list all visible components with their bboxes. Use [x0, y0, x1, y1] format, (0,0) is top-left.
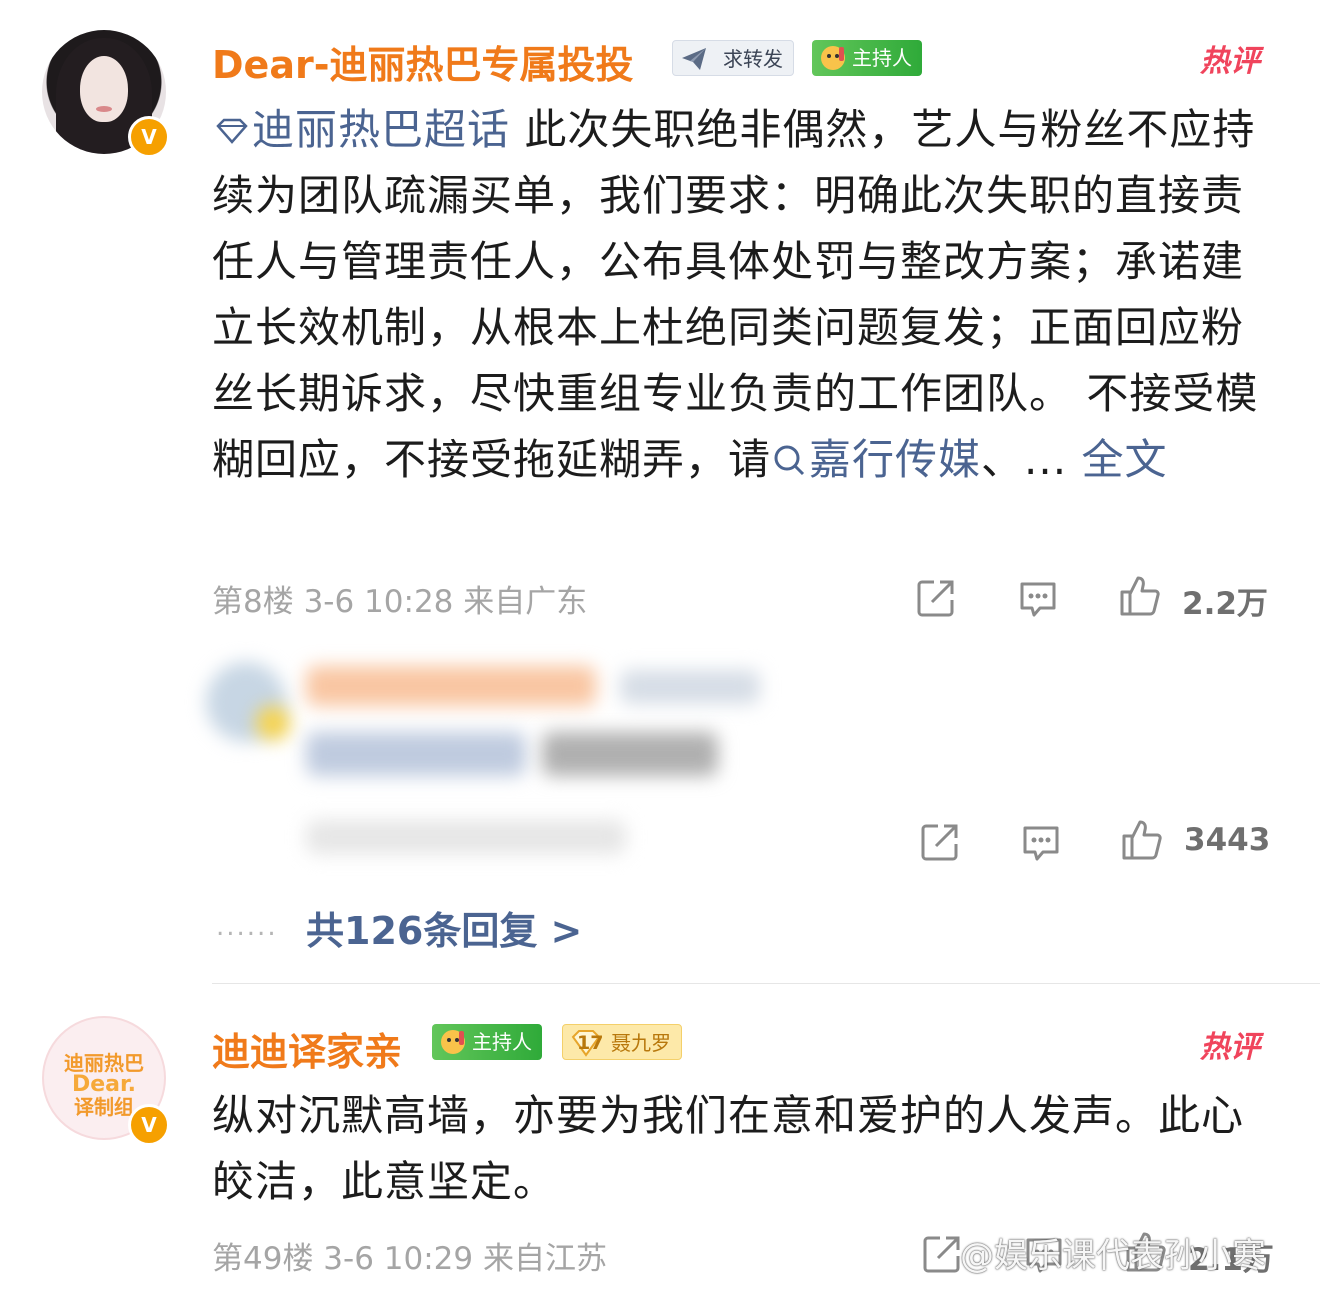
- tag-label: 聂九罗: [611, 1031, 671, 1055]
- reply-link-blurred: [306, 732, 526, 776]
- reply-like-count: 3443: [1184, 822, 1271, 858]
- like-count: 2.2万: [1182, 586, 1268, 622]
- share-icon[interactable]: [918, 820, 962, 864]
- reply-meta-blurred: [306, 820, 626, 854]
- reply-verified-blurred: [256, 706, 290, 740]
- tag-label: 主持人: [472, 1030, 532, 1054]
- hot-comment-badge: 热评: [1200, 1030, 1260, 1065]
- comment-divider: [212, 983, 1320, 984]
- mention-link[interactable]: 嘉行传媒: [771, 435, 981, 484]
- topic-link[interactable]: 迪丽热巴超话: [212, 105, 510, 154]
- search-icon: [774, 445, 805, 476]
- forward-request-tag[interactable]: 求转发: [672, 40, 794, 76]
- verified-v-icon: V: [128, 116, 170, 158]
- like-icon[interactable]: [1120, 818, 1164, 862]
- diamond-icon: [216, 118, 248, 144]
- comment-icon[interactable]: [1016, 576, 1060, 620]
- share-icon[interactable]: [914, 576, 958, 620]
- host-tag: 主持人: [432, 1024, 542, 1060]
- full-text-link[interactable]: 全文: [1081, 435, 1167, 484]
- username[interactable]: 迪迪译家亲: [212, 1021, 402, 1076]
- host-tag: 主持人: [812, 40, 922, 76]
- paper-plane-icon: [682, 48, 706, 70]
- share-icon[interactable]: [920, 1232, 964, 1276]
- tag-label: 主持人: [852, 46, 912, 70]
- host-mascot-icon: [821, 46, 845, 70]
- like-icon[interactable]: [1118, 574, 1162, 618]
- comment-text: 迪丽热巴超话 此次失职绝非偶然，艺人与粉丝不应持续为团队疏漏买单，我们要求：明确…: [212, 105, 1259, 484]
- reply-text-blurred: [542, 732, 718, 776]
- hot-comment-badge: 热评: [1200, 44, 1260, 79]
- comment-meta: 第8楼 3-6 10:28 来自广东: [212, 584, 588, 620]
- view-all-replies-link[interactable]: 共126条回复 >: [306, 900, 582, 955]
- reply-username-blurred: [306, 666, 596, 706]
- host-mascot-icon: [441, 1030, 465, 1054]
- reply-tag-blurred: [620, 670, 760, 704]
- fan-level-tag: 17 聂九罗: [562, 1024, 682, 1060]
- watermark: @娱乐课代表孙小寒: [960, 1236, 1266, 1276]
- username[interactable]: Dear-迪丽热巴专属投投: [212, 34, 633, 89]
- comment-icon[interactable]: [1019, 820, 1063, 864]
- tag-label: 求转发: [723, 47, 783, 71]
- level-number: 17: [577, 1032, 604, 1054]
- comment-text: 纵对沉默高墙，亦要为我们在意和爱护的人发声。此心皎洁，此意坚定。: [212, 1091, 1245, 1206]
- comment-meta: 第49楼 3-6 10:29 来自江苏: [212, 1241, 607, 1277]
- replies-dots: ......: [216, 912, 278, 942]
- verified-v-icon: V: [128, 1104, 170, 1146]
